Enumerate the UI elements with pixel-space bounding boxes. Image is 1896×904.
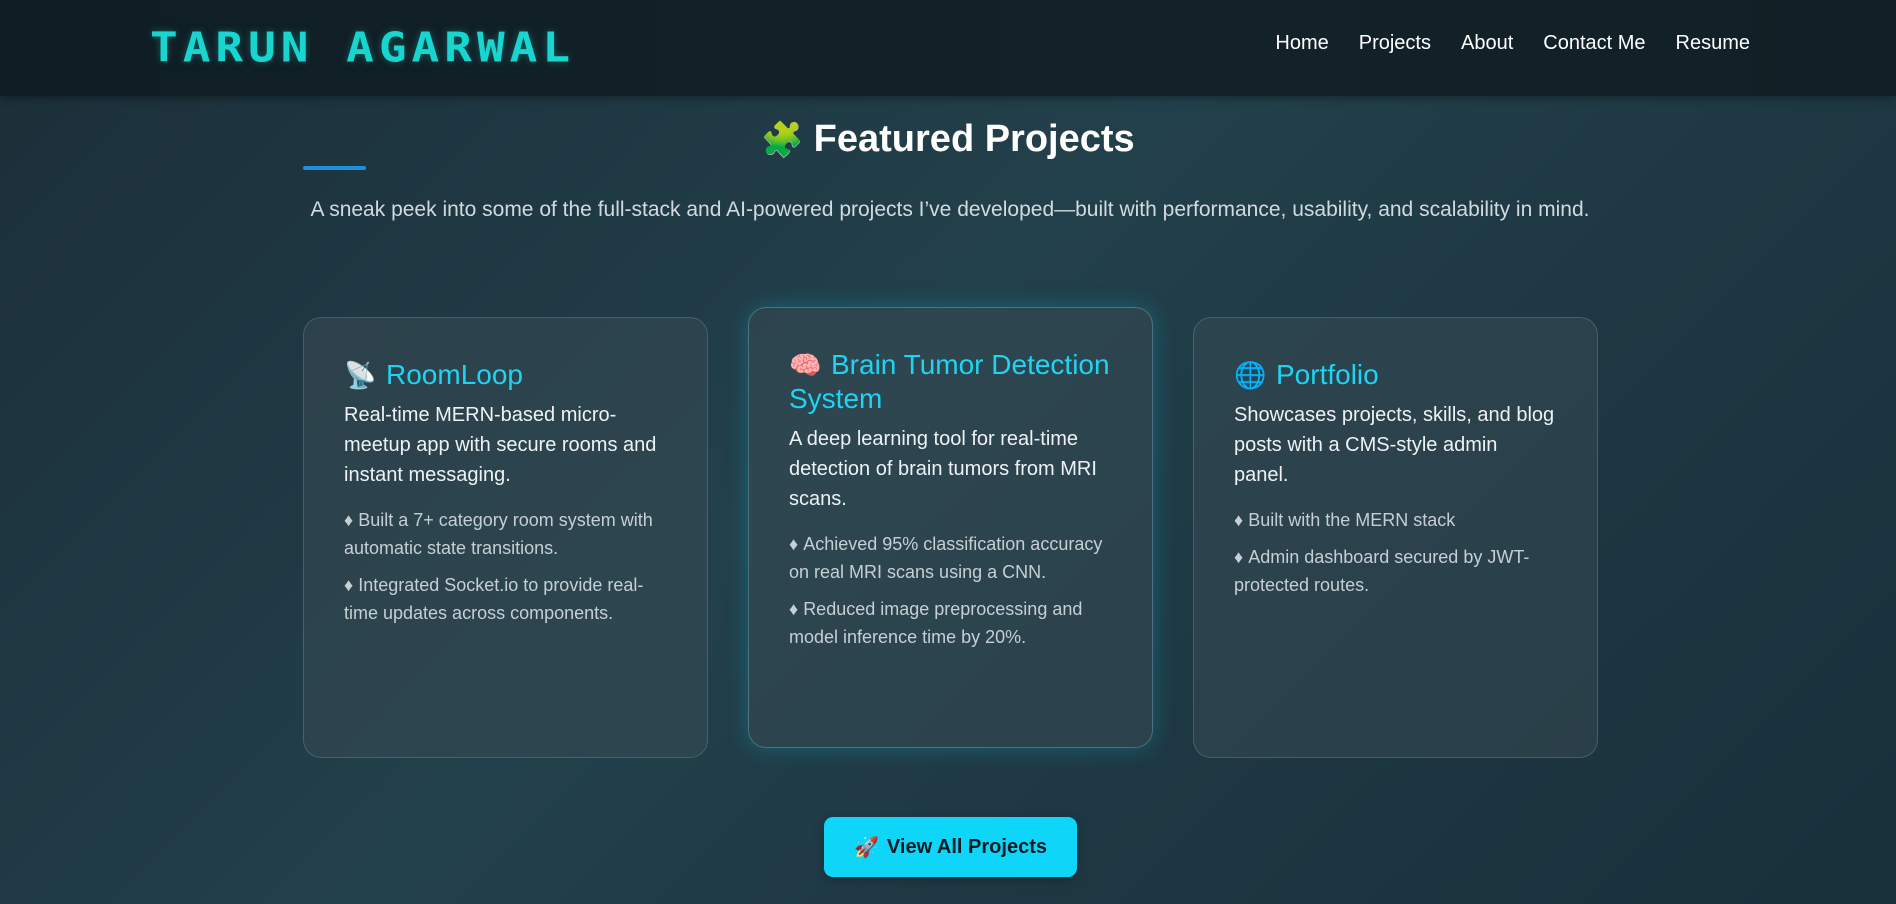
project-point-text: Built a 7+ category room system with aut… bbox=[344, 510, 653, 558]
nav-home-link[interactable]: Home bbox=[1275, 32, 1328, 55]
puzzle-icon: 🧩 bbox=[761, 121, 804, 159]
project-description: A deep learning tool for real-time detec… bbox=[789, 428, 1097, 510]
project-card-portfolio[interactable]: 🌐 Portfolio Showcases projects, skills, a… bbox=[1193, 317, 1598, 758]
project-point: ♦ Built a 7+ category room system with au… bbox=[344, 506, 667, 562]
bullet-icon: ♦ bbox=[1234, 547, 1244, 567]
brand-logo[interactable]: TARUN AGARWAL bbox=[150, 23, 575, 72]
project-card-roomloop[interactable]: 📡 RoomLoop Real-time MERN-based micro-mee… bbox=[303, 317, 708, 758]
navbar: TARUN AGARWAL Home Projects About Contac… bbox=[0, 0, 1896, 96]
bullet-icon: ♦ bbox=[789, 599, 799, 619]
title-underline bbox=[303, 166, 366, 170]
project-point: ♦ Reduced image preprocessing and model i… bbox=[789, 595, 1112, 651]
project-title-text: Portfolio bbox=[1276, 359, 1379, 390]
brain-icon: 🧠 bbox=[789, 350, 822, 380]
nav-projects-link[interactable]: Projects bbox=[1359, 32, 1431, 55]
section-subtitle: A sneak peek into some of the full-stack… bbox=[310, 198, 1590, 221]
section-title-text: Featured Projects bbox=[813, 118, 1135, 160]
globe-icon: 🌐 bbox=[1234, 360, 1267, 390]
bullet-icon: ♦ bbox=[789, 534, 799, 554]
project-card-brain-tumor[interactable]: 🧠 Brain Tumor Detection System A deep lea… bbox=[748, 307, 1153, 748]
nav-contact-link[interactable]: Contact Me bbox=[1543, 32, 1645, 55]
project-point-text: Admin dashboard secured by JWT-protected… bbox=[1234, 547, 1530, 595]
project-point-text: Reduced image preprocessing and model in… bbox=[789, 599, 1083, 647]
section-title: 🧩 Featured Projects bbox=[0, 118, 1896, 161]
project-point-text: Built with the MERN stack bbox=[1248, 510, 1456, 530]
project-point-text: Achieved 95% classification accuracy on … bbox=[789, 534, 1103, 582]
project-title: 🧠 Brain Tumor Detection System bbox=[789, 348, 1112, 416]
project-points: ♦ Built with the MERN stack ♦ Admin dashbo… bbox=[1234, 506, 1557, 599]
project-description: Real-time MERN-based micro-meetup app wi… bbox=[344, 404, 657, 486]
bullet-icon: ♦ bbox=[344, 575, 354, 595]
bullet-icon: ♦ bbox=[1234, 510, 1244, 530]
project-points: ♦ Built a 7+ category room system with au… bbox=[344, 506, 667, 627]
project-point: ♦ Built with the MERN stack bbox=[1234, 506, 1557, 534]
project-title-text: Brain Tumor Detection System bbox=[789, 349, 1110, 414]
nav-resume-link[interactable]: Resume bbox=[1676, 32, 1750, 55]
project-point: ♦ Admin dashboard secured by JWT-protecte… bbox=[1234, 543, 1557, 599]
project-title: 🌐 Portfolio bbox=[1234, 358, 1557, 392]
project-points: ♦ Achieved 95% classification accuracy on… bbox=[789, 530, 1112, 651]
rocket-icon: 🚀 bbox=[854, 836, 879, 859]
nav-links: Home Projects About Contact Me Resume bbox=[1275, 32, 1750, 55]
nav-about-link[interactable]: About bbox=[1461, 32, 1513, 55]
project-title-text: RoomLoop bbox=[386, 359, 523, 390]
view-all-projects-button[interactable]: 🚀 View All Projects bbox=[824, 817, 1077, 877]
project-point: ♦ Integrated Socket.io to provide real-ti… bbox=[344, 571, 667, 627]
project-point: ♦ Achieved 95% classification accuracy on… bbox=[789, 530, 1112, 586]
view-all-projects-label: View All Projects bbox=[886, 835, 1047, 858]
project-title: 📡 RoomLoop bbox=[344, 358, 667, 392]
bullet-icon: ♦ bbox=[344, 510, 354, 530]
project-description: Showcases projects, skills, and blog pos… bbox=[1234, 404, 1555, 486]
satellite-dish-icon: 📡 bbox=[344, 360, 377, 390]
project-point-text: Integrated Socket.io to provide real-tim… bbox=[344, 575, 644, 623]
